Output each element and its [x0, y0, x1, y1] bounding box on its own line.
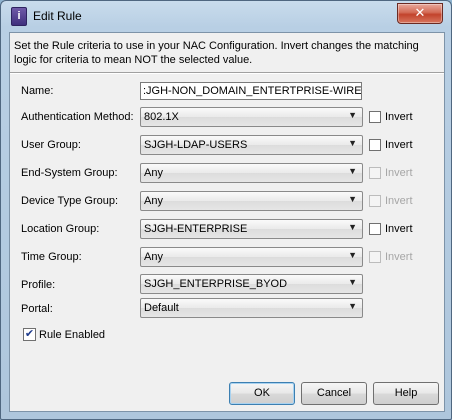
device-type-group-invert-label: Invert: [385, 195, 413, 207]
time-group-label: Time Group:: [21, 251, 82, 263]
device-type-group-invert-checkbox: [369, 195, 381, 207]
dropdown-arrow-icon: ▼: [348, 222, 357, 232]
user-group-value: SJGH-LDAP-USERS: [144, 139, 248, 151]
auth-method-value: 802.1X: [144, 111, 179, 123]
location-group-label: Location Group:: [21, 223, 100, 235]
dropdown-arrow-icon: ▼: [348, 110, 357, 120]
auth-method-invert-checkbox[interactable]: [369, 111, 381, 123]
name-label: Name:: [21, 85, 54, 97]
name-input[interactable]: :JGH-NON_DOMAIN_ENTERTPRISE-WIRELESS: [140, 82, 362, 100]
header-separator: [10, 72, 444, 74]
end-system-group-invert-label: Invert: [385, 167, 413, 179]
profile-label: Profile:: [21, 279, 56, 291]
dropdown-arrow-icon: ▼: [348, 138, 357, 148]
user-group-invert-label: Invert: [385, 139, 413, 151]
dropdown-arrow-icon: ▼: [348, 277, 357, 287]
title-bar[interactable]: i Edit Rule ✕: [1, 1, 451, 31]
time-group-invert-label: Invert: [385, 251, 413, 263]
location-group-select[interactable]: SJGH-ENTERPRISE ▼: [140, 219, 363, 239]
auth-method-invert-label: Invert: [385, 111, 413, 123]
end-system-group-invert-checkbox: [369, 167, 381, 179]
user-group-select[interactable]: SJGH-LDAP-USERS ▼: [140, 135, 363, 155]
time-group-invert-checkbox: [369, 251, 381, 263]
time-group-select[interactable]: Any ▼: [140, 247, 363, 267]
edit-rule-dialog: i Edit Rule ✕ Set the Rule criteria to u…: [0, 0, 452, 420]
device-type-group-select[interactable]: Any ▼: [140, 191, 363, 211]
dropdown-arrow-icon: ▼: [348, 194, 357, 204]
profile-value: SJGH_ENTERPRISE_BYOD: [144, 278, 288, 290]
portal-value: Default: [144, 302, 179, 314]
profile-select[interactable]: SJGH_ENTERPRISE_BYOD ▼: [140, 274, 363, 294]
dropdown-arrow-icon: ▼: [348, 250, 357, 260]
auth-method-select[interactable]: 802.1X ▼: [140, 107, 363, 127]
help-button[interactable]: Help: [373, 382, 439, 405]
app-icon: i: [11, 7, 27, 26]
location-group-value: SJGH-ENTERPRISE: [144, 223, 248, 235]
end-system-group-select[interactable]: Any ▼: [140, 163, 363, 183]
location-group-invert-label: Invert: [385, 223, 413, 235]
end-system-group-label: End-System Group:: [21, 167, 118, 179]
end-system-group-value: Any: [144, 167, 163, 179]
dialog-title: Edit Rule: [33, 9, 82, 23]
device-type-group-label: Device Type Group:: [21, 195, 119, 207]
dialog-body: Set the Rule criteria to use in your NAC…: [9, 32, 445, 412]
description-text: Set the Rule criteria to use in your NAC…: [14, 40, 419, 66]
portal-select[interactable]: Default ▼: [140, 298, 363, 318]
time-group-value: Any: [144, 251, 163, 263]
portal-label: Portal:: [21, 303, 53, 315]
rule-enabled-label: Rule Enabled: [39, 329, 106, 341]
ok-button[interactable]: OK: [229, 382, 295, 405]
cancel-button[interactable]: Cancel: [301, 382, 367, 405]
user-group-invert-checkbox[interactable]: [369, 139, 381, 151]
device-type-group-value: Any: [144, 195, 163, 207]
auth-method-label: Authentication Method:: [21, 111, 134, 123]
dropdown-arrow-icon: ▼: [348, 301, 357, 311]
dropdown-arrow-icon: ▼: [348, 166, 357, 176]
user-group-label: User Group:: [21, 139, 81, 151]
rule-enabled-checkbox[interactable]: ✔: [23, 328, 36, 341]
location-group-invert-checkbox[interactable]: [369, 223, 381, 235]
close-button[interactable]: ✕: [397, 3, 443, 24]
